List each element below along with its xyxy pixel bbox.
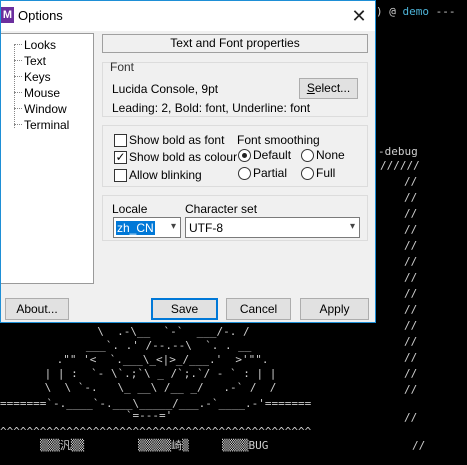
terminal-slash: // xyxy=(404,351,418,364)
terminal-slash: // xyxy=(404,303,418,316)
terminal-slash: // xyxy=(404,255,418,268)
tree-connector xyxy=(14,44,15,128)
tree-connector xyxy=(14,108,22,109)
smoothing-default-radio[interactable] xyxy=(238,149,251,162)
options-dialog: M Options ✕ Looks Text Keys Mouse Window… xyxy=(0,0,376,323)
terminal-slash: // xyxy=(404,239,418,252)
chevron-down-icon: ▾ xyxy=(170,221,176,232)
apply-button[interactable]: Apply xyxy=(300,298,369,320)
tree-connector xyxy=(14,76,22,77)
terminal-bottom-text: ▒▒▒▒▒崎▒ xyxy=(138,439,189,452)
terminal-slash: // xyxy=(404,207,418,220)
show-bold-as-colour-label[interactable]: Show bold as colour xyxy=(129,150,237,164)
bold-smoothing-group: Show bold as font ✓ Show bold as colour … xyxy=(102,125,368,187)
allow-blinking-label[interactable]: Allow blinking xyxy=(129,168,202,182)
terminal-debug-text: -debug xyxy=(378,145,418,158)
chevron-down-icon: ▾ xyxy=(349,221,355,232)
tree-item-text[interactable]: Text xyxy=(24,54,46,68)
show-bold-as-font-checkbox[interactable] xyxy=(114,134,127,147)
select-font-button[interactable]: Select... xyxy=(299,78,358,99)
terminal-slash: // xyxy=(404,271,418,284)
smoothing-none-radio[interactable] xyxy=(301,149,314,162)
charset-select[interactable]: UTF-8 ▾ xyxy=(185,217,360,238)
dialog-client-area: Looks Text Keys Mouse Window Terminal Te… xyxy=(1,31,375,322)
close-icon[interactable]: ✕ xyxy=(345,3,373,29)
ascii-art-line: `=---=' xyxy=(0,409,173,422)
terminal-slash: // xyxy=(404,191,418,204)
smoothing-none-label[interactable]: None xyxy=(316,148,345,162)
terminal-slash: // xyxy=(412,439,426,452)
smoothing-partial-label[interactable]: Partial xyxy=(253,166,287,180)
smoothing-default-label[interactable]: Default xyxy=(253,148,291,162)
terminal-slash: // xyxy=(404,411,418,424)
ascii-art-line: | | : `- \`.;`\ _ /`;.`/ - ` : | | xyxy=(38,367,277,380)
save-button[interactable]: Save xyxy=(151,298,218,320)
title-bar[interactable]: M Options ✕ xyxy=(1,1,375,31)
smoothing-full-radio[interactable] xyxy=(301,167,314,180)
show-bold-as-font-label[interactable]: Show bold as font xyxy=(129,133,224,147)
terminal-bottom-text: ▒▒▒▒BUG xyxy=(222,439,269,452)
tree-item-keys[interactable]: Keys xyxy=(24,70,51,84)
radio-selected-dot xyxy=(242,153,247,158)
charset-value: UTF-8 xyxy=(189,221,223,235)
cancel-button[interactable]: Cancel xyxy=(226,298,291,320)
font-group-label: Font xyxy=(110,60,135,74)
category-tree[interactable]: Looks Text Keys Mouse Window Terminal xyxy=(1,33,94,284)
smoothing-partial-radio[interactable] xyxy=(238,167,251,180)
ascii-art-line: \ \ `-. \_ __\ /__ _/ .-` / / xyxy=(38,381,277,394)
charset-label: Character set xyxy=(185,202,258,216)
locale-group: Locale zh_CN ▾ Character set UTF-8 ▾ xyxy=(102,195,368,241)
locale-select[interactable]: zh_CN ▾ xyxy=(113,217,181,238)
locale-value: zh_CN xyxy=(116,221,155,235)
ascii-art-line: ___`. .' /--.--\ `. . __ xyxy=(66,339,252,352)
tree-item-looks[interactable]: Looks xyxy=(24,38,56,52)
terminal-prompt: ) @ demo --- xyxy=(376,5,456,18)
terminal-slash: // xyxy=(404,335,418,348)
locale-label: Locale xyxy=(112,202,148,216)
tree-connector xyxy=(14,92,22,93)
font-smoothing-label: Font smoothing xyxy=(237,133,320,147)
tree-connector xyxy=(14,44,22,45)
terminal-slashes: ////// xyxy=(380,159,420,172)
tree-item-mouse[interactable]: Mouse xyxy=(24,86,60,100)
ascii-art-line: ."" '< `.___\_<|>_/___.' >'"". xyxy=(50,353,269,366)
font-name: Lucida Console, 9pt xyxy=(112,82,219,96)
tree-connector xyxy=(14,124,22,125)
terminal-slash: // xyxy=(404,383,418,396)
tree-item-window[interactable]: Window xyxy=(24,102,67,116)
ascii-art-carets: ^^^^^^^^^^^^^^^^^^^^^^^^^^^^^^^^^^^^^^^^… xyxy=(0,425,312,438)
ascii-art-line: \ .-\__ `-` ___/-. / xyxy=(84,325,250,338)
about-button[interactable]: About... xyxy=(5,298,69,320)
font-details: Leading: 2, Bold: font, Underline: font xyxy=(112,101,311,115)
terminal-slash: // xyxy=(404,175,418,188)
allow-blinking-checkbox[interactable] xyxy=(114,169,127,182)
terminal-slash: // xyxy=(404,367,418,380)
tree-item-terminal[interactable]: Terminal xyxy=(24,118,69,132)
terminal-slash: // xyxy=(404,287,418,300)
terminal-slash: // xyxy=(404,319,418,332)
app-icon: M xyxy=(1,7,14,23)
font-group: Font Lucida Console, 9pt Select... Leadi… xyxy=(102,60,368,117)
terminal-slash: // xyxy=(404,223,418,236)
terminal-bottom-text: ▒▒▒汎▒▒ xyxy=(40,439,85,452)
tree-connector xyxy=(14,60,22,61)
section-header: Text and Font properties xyxy=(102,34,368,53)
dialog-title: Options xyxy=(18,8,63,23)
show-bold-as-colour-checkbox[interactable]: ✓ xyxy=(114,151,127,164)
smoothing-full-label[interactable]: Full xyxy=(316,166,335,180)
